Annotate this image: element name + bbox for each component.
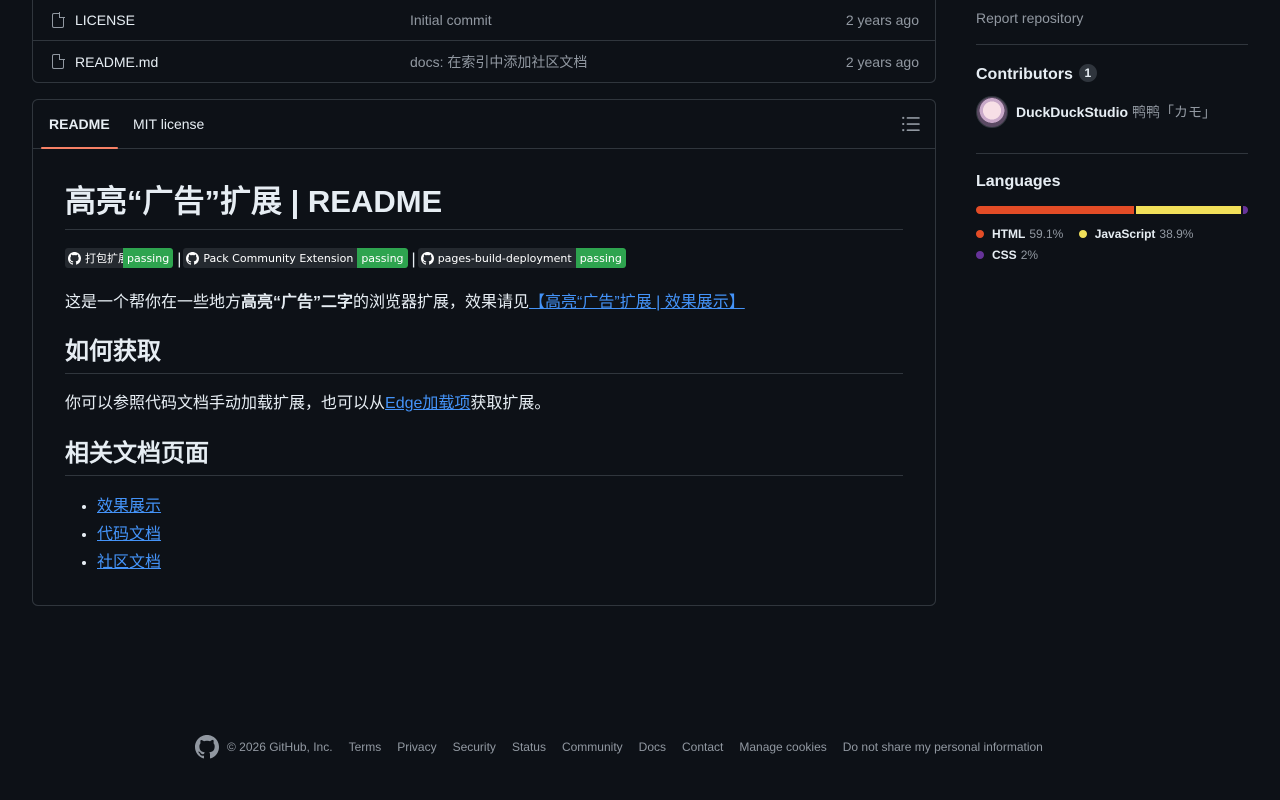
footer-link-terms[interactable]: Terms [349, 740, 382, 754]
commit-message-link[interactable]: Initial commit [410, 12, 492, 28]
intro-paragraph: 这是一个帮你在一些地方高亮“广告”二字的浏览器扩展，效果请见【高亮“广告”扩展 … [65, 291, 745, 315]
intro-text: 这是一个帮你在一些地方 [65, 294, 242, 311]
badge-separator: | [411, 251, 416, 268]
commit-time: 2 years ago [845, 12, 919, 28]
badge-status: passing [357, 248, 408, 268]
readme-tabs: README MIT license [33, 100, 935, 149]
badge-row: 打包扩展 passing | Pack Community Extension … [65, 247, 626, 269]
list-item: 代码文档 [97, 521, 161, 549]
footer-link-status[interactable]: Status [512, 740, 546, 754]
file-name-link[interactable]: README.md [75, 54, 158, 70]
language-name: JavaScript [1094, 227, 1156, 241]
badge-label: pages-build-deployment [437, 251, 572, 265]
file-icon [52, 12, 65, 28]
intro-bold-text: 高亮“广告”二字 [241, 294, 354, 311]
language-bar-segment [1242, 206, 1248, 214]
commit-time: 2 years ago [845, 53, 919, 70]
divider [976, 153, 1248, 154]
contributor-login[interactable]: DuckDuckStudio [1016, 104, 1128, 120]
badge-label: 打包扩展 [85, 252, 123, 265]
doc-link-code[interactable]: 代码文档 [97, 526, 161, 543]
language-dot [976, 251, 984, 259]
readme-panel: README MIT license 高亮“广告”扩展 | README 打包扩… [32, 99, 936, 606]
language-dot [976, 230, 984, 238]
avatar[interactable] [976, 96, 1008, 128]
language-percent: 2% [1020, 248, 1039, 262]
list-item: 效果展示 [97, 493, 161, 521]
github-mark-icon [68, 251, 81, 265]
badge-pack-extension[interactable]: 打包扩展 passing [65, 248, 174, 268]
heading-related-docs: 相关文档页面 [65, 439, 903, 476]
commit-message-link[interactable]: docs: 在索引中添加社区文档 [410, 52, 587, 72]
badge-status: passing [575, 248, 626, 268]
file-name-link[interactable]: LICENSE [75, 12, 135, 28]
list-item: 社区文档 [97, 549, 161, 577]
tab-license[interactable]: MIT license [125, 100, 212, 148]
badge-separator: | [177, 251, 182, 268]
language-item-javascript[interactable]: JavaScript 38.9% [1078, 226, 1194, 242]
footer: © 2026 GitHub, Inc. Terms Privacy Securi… [195, 735, 1043, 759]
language-percent: 38.9% [1159, 227, 1194, 241]
footer-link-do-not-share[interactable]: Do not share my personal information [843, 740, 1043, 754]
file-row[interactable]: README.md docs: 在索引中添加社区文档 2 years ago [33, 41, 935, 82]
language-name: HTML [992, 227, 1026, 241]
footer-link-security[interactable]: Security [453, 740, 496, 754]
edge-addons-link[interactable]: Edge加载项 [385, 395, 470, 412]
contributor-name: 鸭鸭「カモ」 [1132, 104, 1217, 120]
contributors-title: Contributors [976, 66, 1073, 83]
language-bar [976, 206, 1248, 214]
github-mark-icon[interactable] [195, 735, 219, 759]
language-dot [1078, 230, 1087, 238]
footer-link-contact[interactable]: Contact [682, 740, 723, 754]
file-row[interactable]: LICENSE Initial commit 2 years ago [33, 0, 935, 41]
intro-text: 的浏览器扩展，效果请见 [353, 294, 530, 311]
readme-title: 高亮“广告”扩展 | README [65, 183, 903, 230]
heading-how-to-get: 如何获取 [65, 337, 903, 374]
contributors-count: 1 [1078, 64, 1097, 82]
badge-pages-build-deployment[interactable]: pages-build-deployment passing [417, 248, 626, 268]
github-mark-icon [186, 251, 200, 265]
contributor[interactable]: DuckDuckStudio 鸭鸭「カモ」 [976, 96, 1216, 128]
language-item-html[interactable]: HTML 59.1% [976, 226, 1063, 242]
doc-link-demo[interactable]: 效果展示 [97, 498, 161, 515]
badge-pack-community-extension[interactable]: Pack Community Extension passing [183, 248, 408, 268]
footer-link-docs[interactable]: Docs [639, 740, 666, 754]
file-icon [52, 53, 65, 69]
footer-copyright: © 2026 GitHub, Inc. [227, 740, 333, 754]
footer-link-community[interactable]: Community [562, 740, 623, 754]
badge-status: passing [123, 248, 174, 268]
language-bar-segment [976, 206, 1135, 214]
demo-link[interactable]: 【高亮“广告”扩展 | 效果展示】 [529, 294, 745, 311]
tab-readme[interactable]: README [41, 100, 118, 149]
footer-link-privacy[interactable]: Privacy [397, 740, 436, 754]
divider [976, 44, 1248, 45]
get-text: 获取扩展。 [470, 395, 551, 412]
contributors-heading[interactable]: Contributors 1 [976, 64, 1097, 84]
footer-link-manage-cookies[interactable]: Manage cookies [739, 740, 826, 754]
doc-link-community[interactable]: 社区文档 [97, 554, 161, 571]
badge-label: Pack Community Extension [203, 251, 354, 265]
language-list: HTML 59.1% JavaScript 38.9% CSS 2% [976, 226, 1248, 268]
list-unordered-icon[interactable] [901, 114, 921, 134]
get-text: 你可以参照代码文档手动加载扩展，也可以从 [65, 395, 386, 412]
get-paragraph: 你可以参照代码文档手动加载扩展，也可以从Edge加载项获取扩展。 [65, 392, 550, 416]
github-mark-icon [420, 251, 434, 265]
language-name: CSS [992, 248, 1017, 262]
languages-heading: Languages [976, 173, 1061, 190]
language-percent: 59.1% [1029, 227, 1064, 241]
report-repository-link[interactable]: Report repository [976, 10, 1083, 26]
file-list: LICENSE Initial commit 2 years ago READM… [32, 0, 936, 83]
language-bar-segment [1136, 206, 1241, 214]
language-item-css[interactable]: CSS 2% [976, 247, 1038, 263]
docs-list: 效果展示 代码文档 社区文档 [97, 493, 161, 577]
